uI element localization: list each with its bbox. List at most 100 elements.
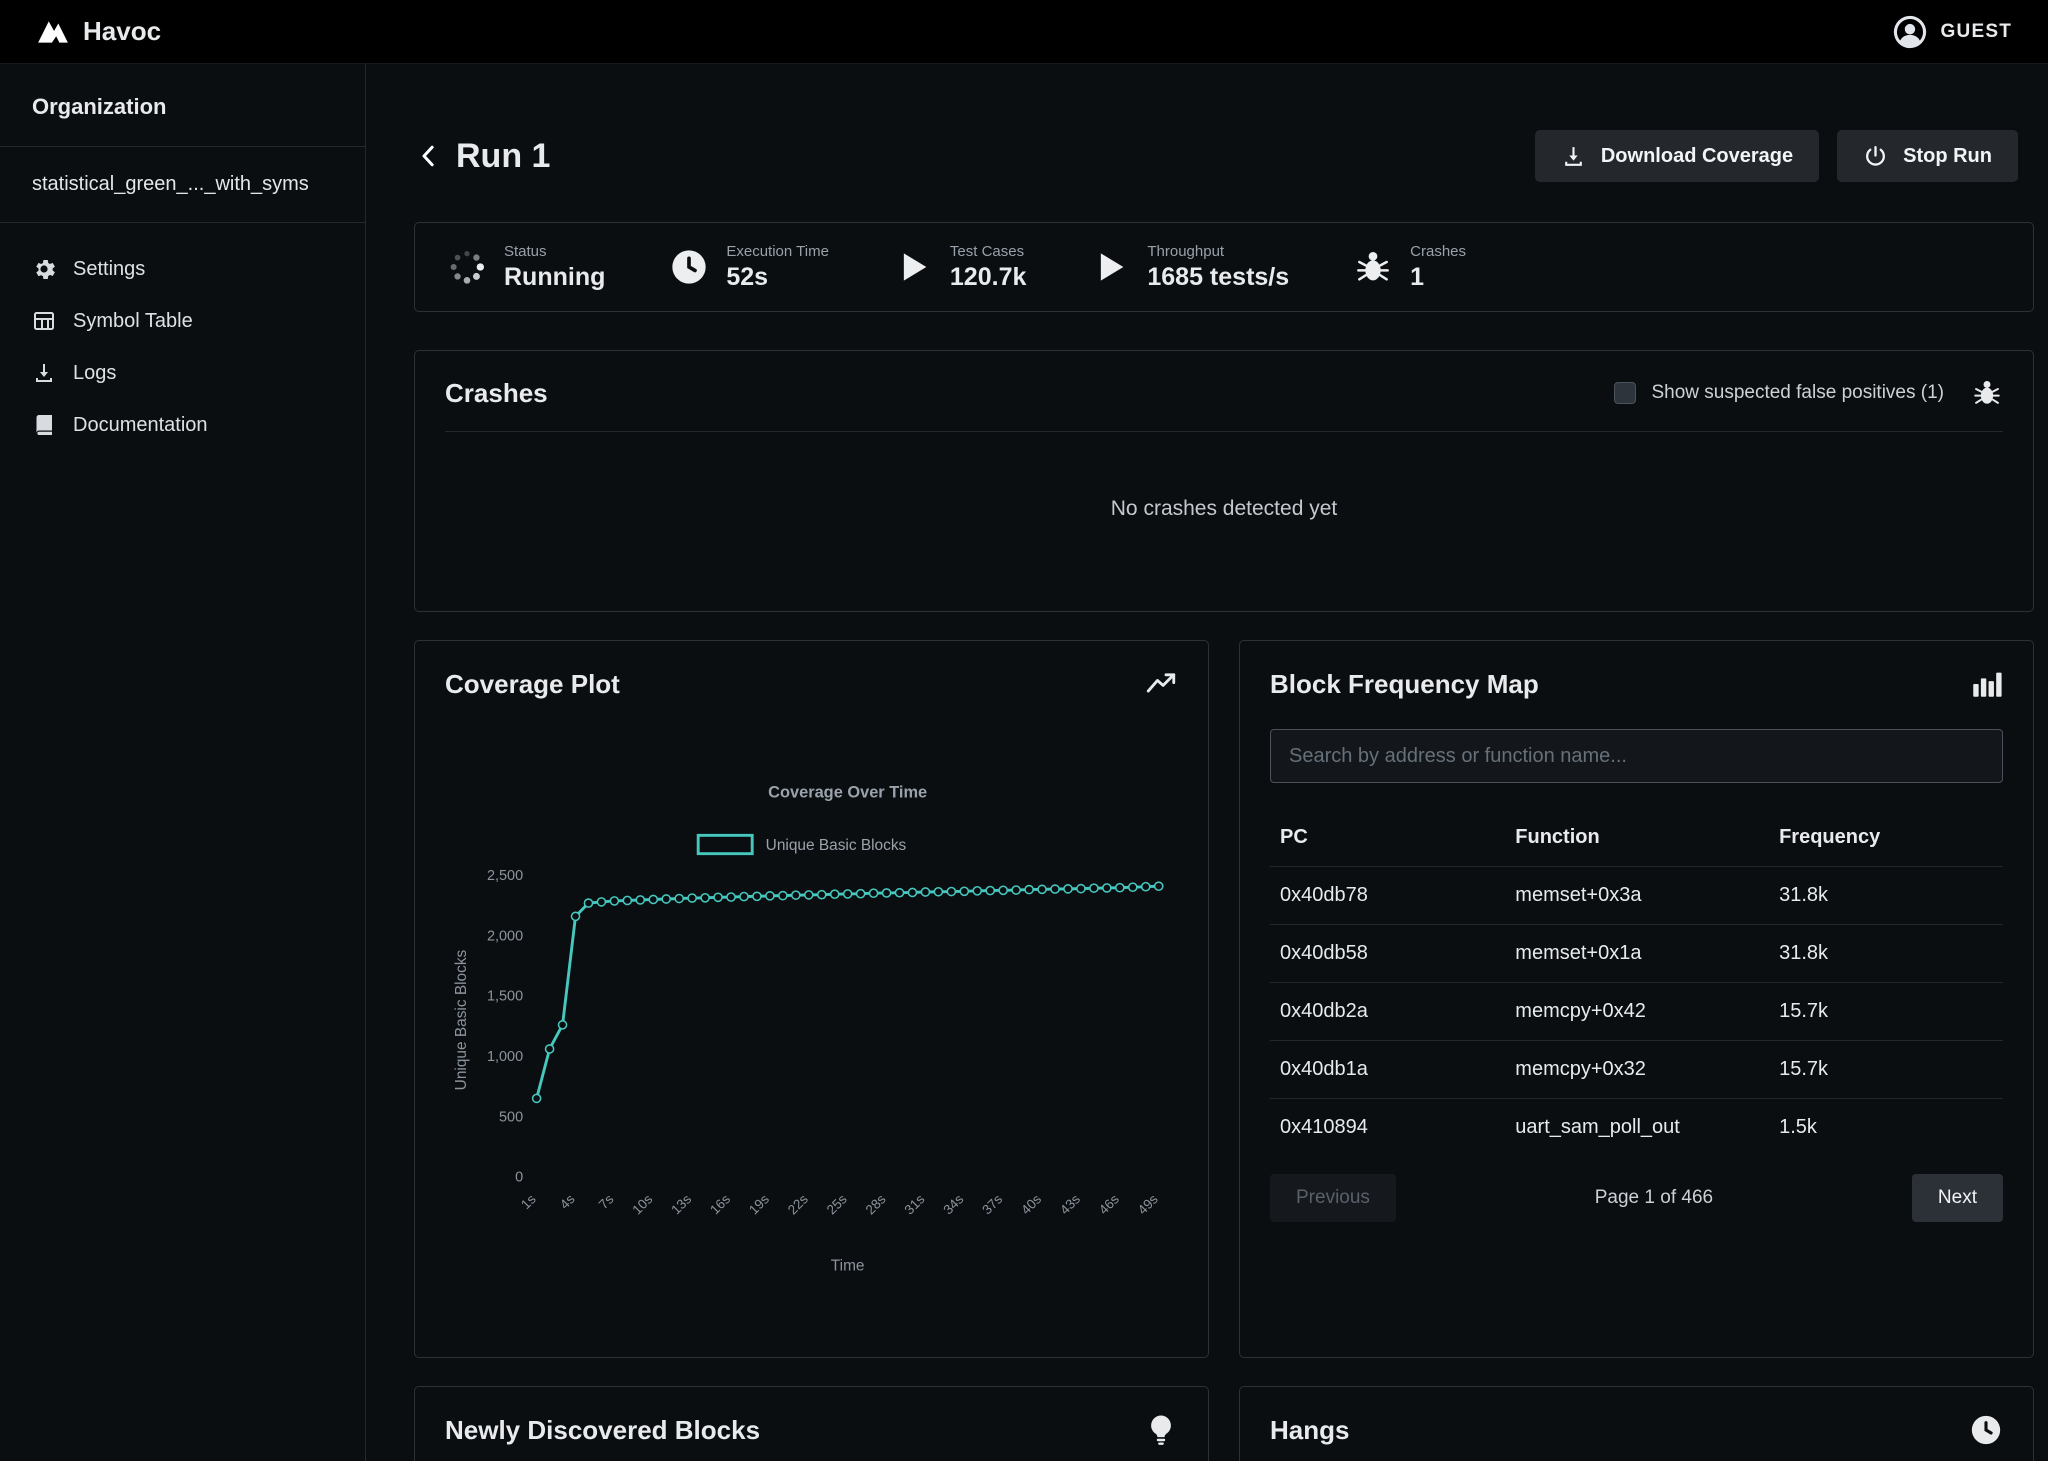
stat-test-cases: Test Cases 120.7k (893, 243, 1026, 292)
svg-text:Unique Basic Blocks: Unique Basic Blocks (453, 949, 470, 1090)
cell-frequency: 1.5k (1779, 1116, 1993, 1139)
play-icon (893, 247, 933, 287)
block-frequency-table: PC Function Frequency 0x40db78 memset+0x… (1270, 809, 2003, 1156)
gear-icon (32, 257, 56, 281)
bug-icon (1353, 247, 1393, 287)
brand-name: Havoc (83, 16, 161, 47)
stop-run-label: Stop Run (1903, 145, 1992, 168)
sidebar-item-label: Documentation (73, 414, 208, 437)
table-row: 0x40db1a memcpy+0x32 15.7k (1270, 1040, 2003, 1098)
line-chart-icon (1144, 667, 1178, 701)
stat-value: 1685 tests/s (1147, 263, 1289, 292)
brand[interactable]: Havoc (36, 16, 161, 47)
sidebar-item-documentation[interactable]: Documentation (0, 399, 365, 451)
cell-pc: 0x40db58 (1280, 942, 1515, 965)
previous-page-button[interactable]: Previous (1270, 1174, 1396, 1222)
svg-text:0: 0 (515, 1170, 523, 1186)
stat-value: 120.7k (950, 263, 1026, 292)
bottom-panels-row: Newly Discovered Blocks Hangs (414, 1386, 2034, 1461)
stat-value: Running (504, 263, 605, 292)
stat-value: 1 (1410, 263, 1466, 292)
page-indicator: Page 1 of 466 (1595, 1187, 1713, 1209)
clock-icon (1969, 1413, 2003, 1447)
svg-text:34s: 34s (940, 1191, 966, 1217)
search-input[interactable] (1270, 729, 2003, 783)
svg-text:25s: 25s (824, 1191, 850, 1217)
sidebar-item-settings[interactable]: Settings (0, 243, 365, 295)
sidebar-item-logs[interactable]: Logs (0, 347, 365, 399)
stat-label: Crashes (1410, 243, 1466, 260)
crashes-empty-message: No crashes detected yet (445, 432, 2003, 585)
run-header: Run 1 Download Coverage Stop Run (414, 130, 2034, 182)
coverage-chart: Coverage Over TimeUnique Basic Blocks050… (445, 709, 1178, 1288)
svg-text:13s: 13s (668, 1191, 694, 1217)
table-icon (32, 309, 56, 333)
svg-text:31s: 31s (902, 1191, 928, 1217)
panels-row: Coverage Plot Coverage Over TimeUnique B… (414, 640, 2034, 1358)
table-row: 0x40db58 memset+0x1a 31.8k (1270, 924, 2003, 982)
hangs-title: Hangs (1270, 1415, 1349, 1446)
power-icon (1863, 144, 1888, 169)
block-frequency-card: Block Frequency Map PC Function Frequenc… (1239, 640, 2034, 1358)
svg-text:1,500: 1,500 (487, 989, 523, 1005)
cell-function: memset+0x3a (1515, 884, 1779, 907)
block-frequency-title: Block Frequency Map (1270, 669, 1539, 700)
cell-frequency: 31.8k (1779, 942, 1993, 965)
svg-text:4s: 4s (557, 1191, 578, 1212)
sidebar-item-symbol-table[interactable]: Symbol Table (0, 295, 365, 347)
cell-frequency: 15.7k (1779, 1000, 1993, 1023)
false-positives-checkbox[interactable] (1614, 382, 1636, 404)
pagination: Previous Page 1 of 466 Next (1270, 1174, 2003, 1222)
download-coverage-button[interactable]: Download Coverage (1535, 130, 1819, 182)
sidebar-item-label: Symbol Table (73, 310, 193, 333)
project-name[interactable]: statistical_green_..._with_syms (0, 147, 365, 223)
svg-text:19s: 19s (746, 1191, 772, 1217)
cell-pc: 0x40db1a (1280, 1058, 1515, 1081)
column-header-frequency: Frequency (1779, 826, 1993, 849)
user-avatar-icon (1891, 13, 1929, 51)
cell-pc: 0x410894 (1280, 1116, 1515, 1139)
stat-label: Execution Time (726, 243, 829, 260)
table-row: 0x40db78 memset+0x3a 31.8k (1270, 866, 2003, 924)
topbar: Havoc GUEST (0, 0, 2048, 64)
svg-text:46s: 46s (1096, 1191, 1122, 1217)
sidebar-item-label: Logs (73, 362, 116, 385)
stat-execution-time: Execution Time 52s (669, 243, 829, 292)
table-row: 0x410894 uart_sam_poll_out 1.5k (1270, 1098, 2003, 1156)
column-header-pc: PC (1280, 826, 1515, 849)
svg-text:1,000: 1,000 (487, 1049, 523, 1065)
organization-label: Organization (0, 64, 365, 147)
svg-text:1s: 1s (518, 1191, 539, 1212)
svg-text:37s: 37s (979, 1191, 1005, 1217)
cell-function: uart_sam_poll_out (1515, 1116, 1779, 1139)
stat-crashes: Crashes 1 (1353, 243, 1466, 292)
bar-chart-icon (1969, 667, 2003, 701)
shell: Organization statistical_green_..._with_… (0, 64, 2048, 1461)
stat-throughput: Throughput 1685 tests/s (1090, 243, 1289, 292)
svg-text:40s: 40s (1018, 1191, 1044, 1217)
user-label: GUEST (1941, 21, 2012, 43)
sidebar-menu: Settings Symbol Table Logs Documentation (0, 223, 365, 471)
stat-value: 52s (726, 263, 829, 292)
user-menu[interactable]: GUEST (1891, 13, 2012, 51)
false-positives-label[interactable]: Show suspected false positives (1) (1651, 382, 1944, 404)
table-row: 0x40db2a memcpy+0x42 15.7k (1270, 982, 2003, 1040)
svg-text:2,500: 2,500 (487, 868, 523, 884)
play-icon (1090, 247, 1130, 287)
clock-icon (669, 247, 709, 287)
cell-function: memcpy+0x32 (1515, 1058, 1779, 1081)
stop-run-button[interactable]: Stop Run (1837, 130, 2018, 182)
page-title: Run 1 (456, 137, 550, 176)
crashes-title: Crashes (445, 378, 548, 409)
svg-text:Time: Time (831, 1257, 865, 1274)
back-button[interactable] (414, 141, 444, 171)
next-page-button[interactable]: Next (1912, 1174, 2003, 1222)
stat-label: Status (504, 243, 605, 260)
cell-function: memset+0x1a (1515, 942, 1779, 965)
sidebar: Organization statistical_green_..._with_… (0, 64, 366, 1461)
svg-text:16s: 16s (707, 1191, 733, 1217)
lightbulb-icon (1144, 1413, 1178, 1447)
crashes-card: Crashes Show suspected false positives (… (414, 350, 2034, 612)
coverage-plot-card: Coverage Plot Coverage Over TimeUnique B… (414, 640, 1209, 1358)
svg-text:22s: 22s (785, 1191, 811, 1217)
